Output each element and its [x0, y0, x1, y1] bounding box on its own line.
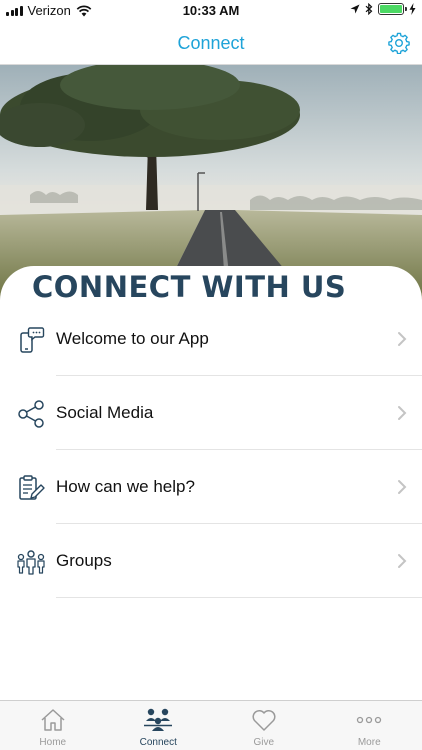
tab-more[interactable]: More	[317, 701, 422, 750]
connect-icon	[143, 706, 173, 734]
page-title: Connect	[177, 33, 245, 53]
hero-image	[0, 65, 422, 300]
people-group-icon	[16, 548, 46, 576]
tab-label: More	[357, 737, 381, 748]
battery-icon	[378, 3, 407, 15]
menu-item-label: Groups	[56, 551, 112, 570]
menu-item-social-media[interactable]: Social Media	[0, 376, 422, 450]
connect-card: CONNECT WITH US Welcome to our App Socia…	[0, 266, 422, 700]
chevron-right-icon	[398, 406, 407, 420]
home-icon	[38, 706, 68, 734]
bluetooth-icon	[365, 3, 373, 15]
tab-label: Home	[39, 737, 67, 748]
charging-icon	[409, 3, 416, 15]
menu-item-groups[interactable]: Groups	[0, 524, 422, 598]
menu-item-label: How can we help?	[56, 477, 195, 496]
heart-icon	[249, 706, 279, 734]
menu-item-how-can-we-help[interactable]: How can we help?	[0, 450, 422, 524]
tab-give[interactable]: Give	[211, 701, 317, 750]
more-dots-icon	[354, 706, 384, 734]
tab-label: Give	[253, 737, 275, 748]
divider	[56, 597, 422, 598]
hero-illustration	[0, 65, 422, 300]
tab-bar: Home Connect Give More	[0, 700, 422, 750]
location-icon	[350, 4, 360, 13]
menu-item-welcome[interactable]: Welcome to our App	[0, 302, 422, 376]
status-right	[350, 3, 416, 15]
tab-connect[interactable]: Connect	[106, 701, 212, 750]
phone-chat-icon	[16, 326, 46, 354]
battery-fill	[380, 5, 402, 13]
chevron-right-icon	[398, 480, 407, 494]
settings-button[interactable]	[386, 30, 412, 56]
navigation-bar: Connect	[0, 22, 422, 65]
tab-home[interactable]: Home	[0, 701, 106, 750]
section-title: CONNECT WITH US	[32, 270, 347, 304]
menu-list: Welcome to our App Social Media How can …	[0, 302, 422, 598]
tab-label: Connect	[139, 737, 177, 748]
menu-item-label: Welcome to our App	[56, 329, 209, 348]
chevron-right-icon	[398, 332, 407, 346]
clipboard-edit-icon	[16, 474, 46, 502]
menu-item-label: Social Media	[56, 403, 154, 422]
chevron-right-icon	[398, 554, 407, 568]
status-bar: Verizon 10:33 AM	[0, 0, 422, 22]
share-icon	[16, 400, 46, 428]
gear-icon	[388, 32, 410, 54]
